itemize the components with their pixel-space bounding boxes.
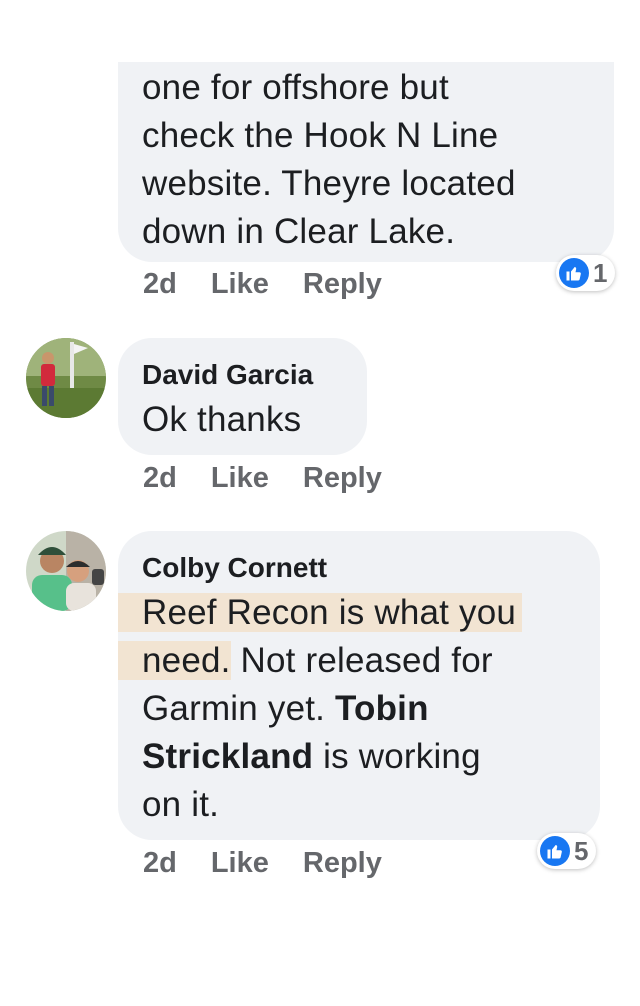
avatar[interactable] [26,531,106,611]
comment-actions: 2d Like Reply [143,847,382,880]
comment-timestamp[interactable]: 2d [143,462,177,495]
comment-line: one for offshore but [142,68,449,107]
reply-button[interactable]: Reply [303,847,382,880]
comment-actions: 2d Like Reply [143,268,382,301]
user-mention-link[interactable]: Tobin [335,689,429,728]
comment-timestamp[interactable]: 2d [143,268,177,301]
comment-line: Strickland is working [142,733,576,781]
comment-text-part: is working [313,737,481,776]
comment-bubble[interactable]: David Garcia Ok thanks [118,338,367,455]
reaction-count-badge[interactable]: 5 [537,833,597,869]
like-button[interactable]: Like [211,462,269,495]
comment-timestamp[interactable]: 2d [143,847,177,880]
reaction-count: 5 [574,835,589,866]
comment-text-part: Not released for [230,641,493,680]
comment-line: Reef Recon is what you [118,589,576,637]
comment-text: Reef Recon is what you need. Not release… [118,589,576,829]
comment-actions: 2d Like Reply [143,462,382,495]
like-button[interactable]: Like [211,847,269,880]
comment-line: need. Not released for [118,637,576,685]
comment-author[interactable]: Colby Cornett [142,551,576,585]
comment-line: website. Theyre located [142,164,516,203]
thumbs-up-icon [540,836,570,866]
comment-line: Garmin yet. Tobin [142,685,576,733]
comment-line: on it. [142,781,576,829]
avatar[interactable] [26,338,106,418]
comment-text: Ok thanks [142,400,302,439]
comment-line: check the Hook N Line [142,116,499,155]
reaction-count-badge[interactable]: 1 [556,255,616,291]
comment-bubble[interactable]: one for offshore but check the Hook N Li… [118,62,614,262]
reply-button[interactable]: Reply [303,268,382,301]
comments-thread: one for offshore but check the Hook N Li… [0,0,640,1006]
comment-line: down in Clear Lake. [142,212,456,251]
reply-button[interactable]: Reply [303,462,382,495]
highlighted-text: Reef Recon is what you [118,593,523,632]
comment-text-part: Garmin yet. [142,689,336,728]
thumbs-up-icon [559,258,589,288]
comment-text: one for offshore but check the Hook N Li… [142,64,590,256]
comment-author[interactable]: David Garcia [142,358,343,392]
comment-bubble[interactable]: Colby Cornett Reef Recon is what you nee… [118,531,600,840]
user-mention-link[interactable]: Strickland [142,737,313,776]
reaction-count: 1 [593,257,608,288]
comment-text-part: on it. [142,785,220,824]
highlighted-text: need. [118,641,231,680]
like-button[interactable]: Like [211,268,269,301]
